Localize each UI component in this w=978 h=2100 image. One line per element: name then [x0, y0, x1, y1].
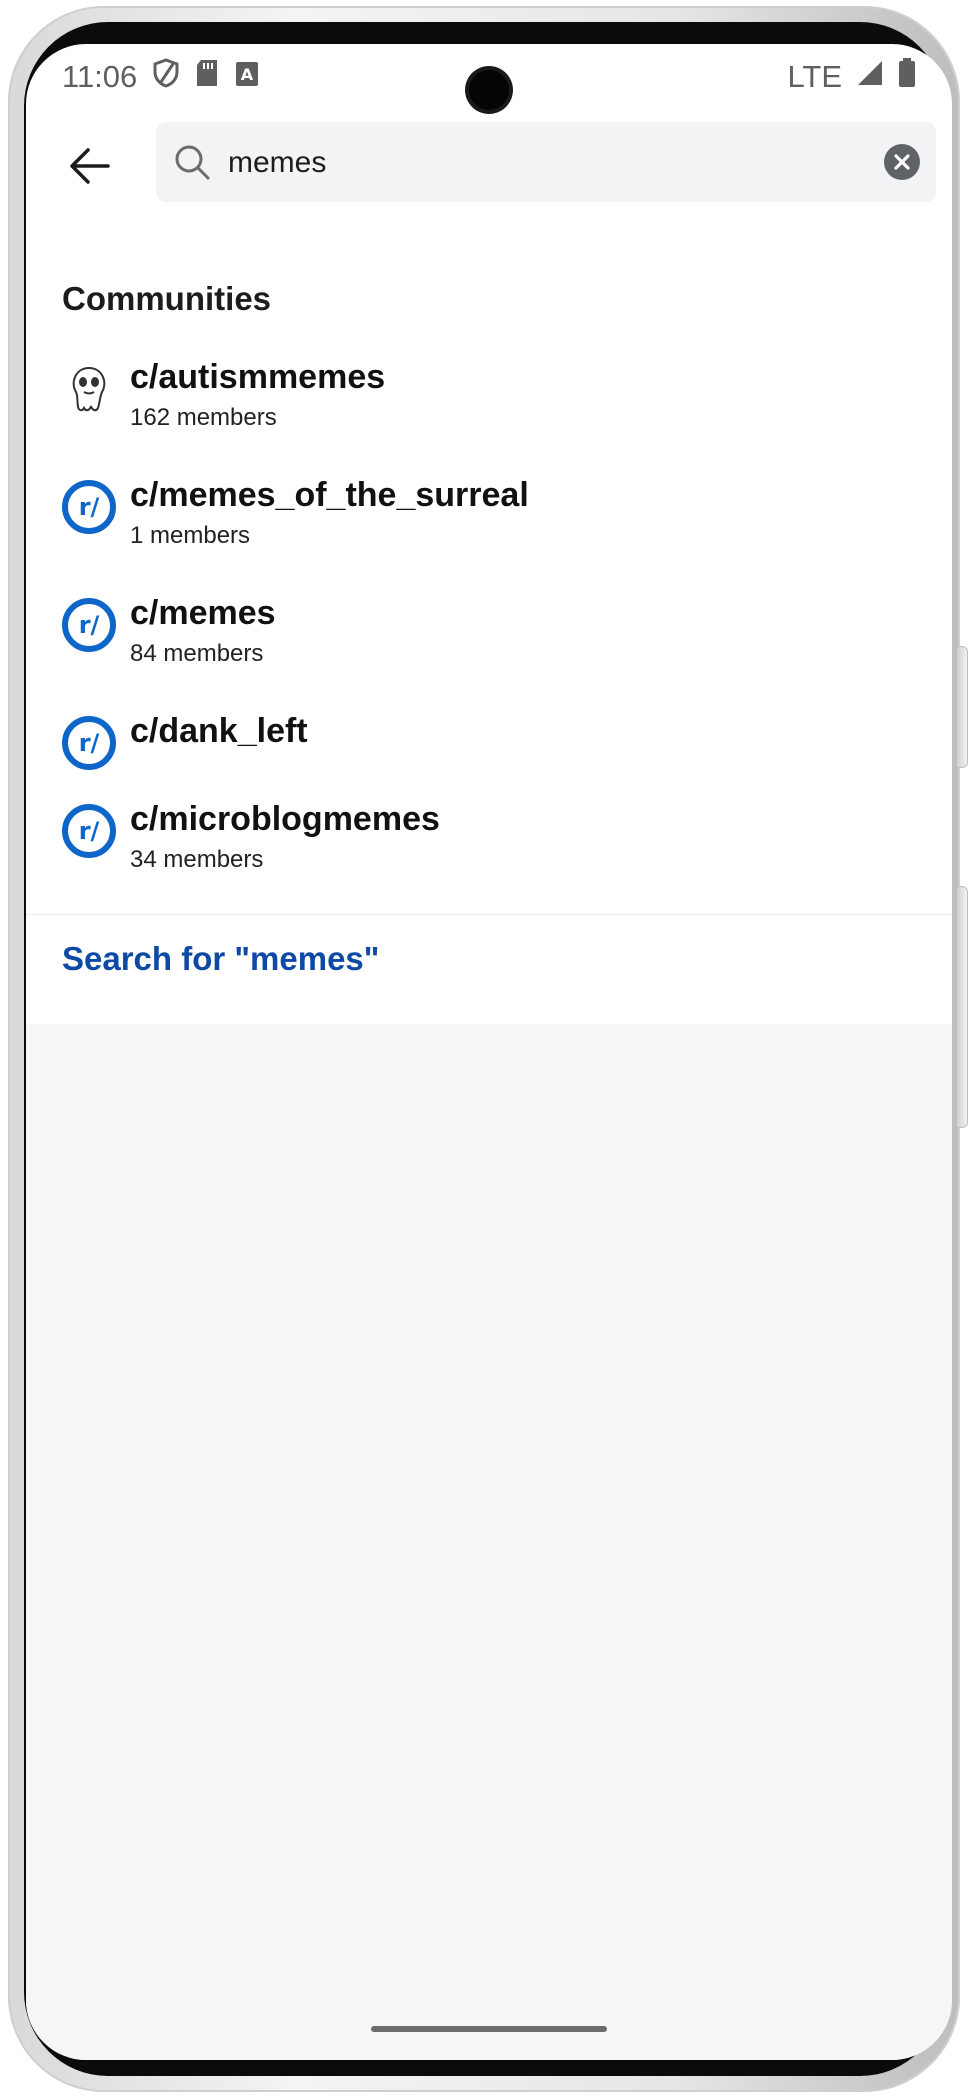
home-indicator[interactable]: [371, 2026, 607, 2032]
search-for-link[interactable]: Search for "memes": [62, 940, 379, 978]
battery-icon: [898, 58, 916, 96]
community-avatar-icon: r/: [62, 804, 116, 858]
community-members: 34 members: [130, 846, 264, 873]
community-members: 1 members: [130, 522, 251, 549]
svg-text:A: A: [241, 65, 254, 84]
back-button[interactable]: [64, 140, 116, 192]
power-button: [956, 886, 968, 1128]
search-input[interactable]: [226, 136, 866, 190]
community-item-microblogmemes[interactable]: r/ c/microblogmemes 34 members: [26, 796, 952, 914]
community-item-autismmemes[interactable]: c/autismmemes 162 members: [26, 354, 952, 472]
community-list: c/autismmemes 162 members r/ c/memes_of_…: [26, 354, 952, 914]
front-camera: [469, 70, 509, 110]
network-type: LTE: [787, 59, 842, 94]
community-avatar-icon: r/: [62, 598, 116, 652]
screen: 11:06 A LTE memes Communities c/autismme…: [26, 44, 952, 2060]
search-header: [26, 122, 952, 210]
status-bar: 11:06 A LTE: [26, 44, 952, 110]
close-icon: [894, 154, 910, 170]
community-name: c/dank_left: [130, 712, 308, 750]
community-item-memes-of-the-surreal[interactable]: r/ c/memes_of_the_surreal 1 members: [26, 472, 952, 590]
search-icon: [172, 142, 212, 187]
signal-icon: [856, 59, 884, 95]
search-box[interactable]: [156, 122, 936, 202]
community-members: 162 members: [130, 404, 277, 431]
shield-icon: [153, 58, 179, 96]
community-avatar-icon: r/: [62, 480, 116, 534]
community-name: c/autismmemes: [130, 358, 386, 396]
community-name: c/memes_of_the_surreal: [130, 476, 529, 514]
font-a-icon: A: [235, 59, 259, 95]
status-right: LTE: [787, 58, 916, 96]
volume-button: [956, 646, 968, 768]
section-title: Communities: [62, 280, 272, 317]
community-name: c/microblogmemes: [130, 800, 440, 838]
community-avatar-icon: r/: [62, 716, 116, 770]
status-left: 11:06 A: [62, 58, 259, 96]
community-name: c/memes: [130, 594, 276, 632]
community-members: 84 members: [130, 640, 264, 667]
ghost-avatar-icon: [62, 362, 116, 416]
search-results: Communities c/autismmemes 162 members r/…: [26, 234, 952, 2060]
arrow-left-icon: [70, 148, 110, 184]
empty-area: [26, 1024, 952, 2060]
community-item-dank-left[interactable]: r/ c/dank_left: [26, 708, 952, 796]
clear-search-button[interactable]: [884, 144, 920, 180]
community-item-memes[interactable]: r/ c/memes 84 members: [26, 590, 952, 708]
sd-card-icon: [195, 59, 219, 95]
status-time: 11:06: [62, 59, 138, 94]
divider: [26, 914, 952, 915]
